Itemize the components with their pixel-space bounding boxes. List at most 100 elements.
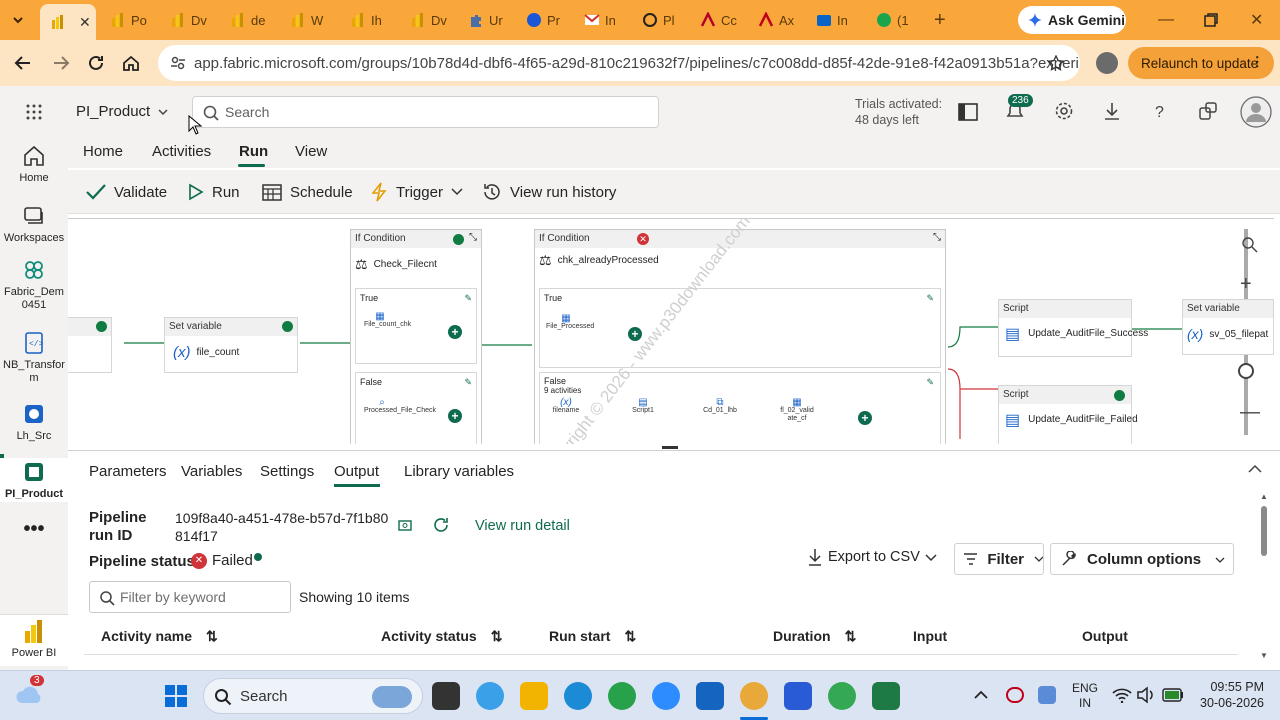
- search-input[interactable]: Search: [192, 96, 659, 128]
- scroll-down-icon[interactable]: ▼: [1260, 651, 1268, 660]
- column-header-output[interactable]: Output: [1082, 628, 1128, 644]
- column-options-button[interactable]: Column options: [1050, 543, 1234, 575]
- expand-icon[interactable]: ⤡: [469, 232, 477, 243]
- sub-activity[interactable]: ⌕ Processed_File_Check: [364, 398, 436, 415]
- rail-more-button[interactable]: •••: [0, 519, 68, 539]
- activity-partial[interactable]: [68, 317, 112, 373]
- workspace-switcher[interactable]: PI_Product: [76, 103, 168, 120]
- taskbar-search[interactable]: Search: [203, 678, 423, 714]
- edit-icon[interactable]: ✎: [926, 377, 934, 388]
- notifications-button[interactable]: 236: [1004, 94, 1033, 122]
- panel-resize-handle[interactable]: [662, 446, 678, 449]
- schedule-button[interactable]: Schedule: [262, 180, 353, 204]
- add-activity-button[interactable]: +: [448, 325, 462, 339]
- expand-icon[interactable]: ⤡: [933, 232, 941, 243]
- view-run-history-button[interactable]: View run history: [482, 180, 616, 204]
- tab-library-variables[interactable]: Library variables: [404, 463, 514, 480]
- tab-active[interactable]: ✕: [40, 4, 96, 40]
- ask-gemini-button[interactable]: Ask Gemini: [1018, 6, 1126, 34]
- rail-item-workspaces[interactable]: Workspaces: [0, 204, 68, 245]
- activity-set-variable[interactable]: Set variable (x) file_count: [164, 317, 298, 373]
- tab-search-button[interactable]: [10, 6, 30, 34]
- excel-icon[interactable]: [872, 682, 900, 710]
- rail-item-lh-src[interactable]: Lh_Src: [0, 402, 68, 443]
- taskview-icon[interactable]: [432, 682, 460, 710]
- sub-activity[interactable]: ▦ File_count_chk: [364, 312, 411, 329]
- edit-icon[interactable]: ✎: [464, 293, 472, 304]
- browser-tab[interactable]: de: [230, 6, 265, 34]
- branch-true[interactable]: True ✎ ▦ File_count_chk +: [355, 288, 477, 364]
- chrome-icon[interactable]: [740, 682, 768, 710]
- pipeline-status[interactable]: ✕ Failed: [191, 552, 262, 569]
- browser-tab[interactable]: In: [816, 6, 848, 34]
- minimize-button[interactable]: —: [1158, 6, 1174, 34]
- tab-output[interactable]: Output: [334, 463, 379, 480]
- view-run-detail-link[interactable]: View run detail: [475, 518, 570, 534]
- sub-activity[interactable]: ▤ Script1: [626, 398, 660, 415]
- browser-tab[interactable]: Pl: [642, 6, 675, 34]
- address-bar[interactable]: app.fabric.microsoft.com/groups/10b78d4d…: [158, 45, 1080, 81]
- column-header-input[interactable]: Input: [913, 628, 947, 644]
- tab-settings[interactable]: Settings: [260, 463, 314, 480]
- collapse-panel-icon[interactable]: [1248, 464, 1262, 474]
- panel-layout-icon[interactable]: [958, 102, 978, 122]
- browser-tab[interactable]: Dv: [410, 6, 447, 34]
- chevron-up-icon[interactable]: [974, 689, 988, 701]
- refresh-icon[interactable]: [432, 516, 450, 534]
- browser-tab[interactable]: Dv: [170, 6, 207, 34]
- profile-avatar[interactable]: [1096, 52, 1118, 74]
- export-csv-button[interactable]: Export to CSV: [808, 548, 920, 566]
- tab-run[interactable]: Run: [239, 143, 268, 160]
- close-tab-icon[interactable]: ✕: [79, 14, 91, 31]
- browser-tab[interactable]: Ih: [350, 6, 382, 34]
- zoom-in-button[interactable]: +: [1240, 273, 1252, 296]
- panel-scrollbar[interactable]: ▲ ▼: [1260, 492, 1268, 660]
- site-info-icon[interactable]: [170, 55, 186, 71]
- browser-tab[interactable]: Ax: [758, 6, 794, 34]
- activity-set-variable-2[interactable]: Set variable (x) sv_05_filepat: [1182, 299, 1274, 355]
- copilot-icon[interactable]: [476, 682, 504, 710]
- download-icon[interactable]: [1102, 101, 1122, 121]
- zoom-slider-thumb[interactable]: [1238, 363, 1254, 379]
- column-header-run-start[interactable]: Run start ⇅: [549, 628, 636, 645]
- tab-activities[interactable]: Activities: [152, 143, 211, 160]
- browser-tab[interactable]: In: [584, 6, 616, 34]
- add-activity-button[interactable]: +: [448, 409, 462, 423]
- zoom-out-button[interactable]: —: [1240, 401, 1260, 424]
- rail-item-power-bi[interactable]: Power BI: [0, 614, 68, 666]
- browser-tab[interactable]: (1: [876, 6, 909, 34]
- activity-if-condition-1[interactable]: If Condition ⤡ ⚖ Check_Filecnt True ✎ ▦ …: [350, 229, 482, 444]
- edit-icon[interactable]: ✎: [926, 293, 934, 304]
- pipeline-canvas[interactable]: Set variable (x) file_count If Condition…: [68, 218, 1274, 444]
- close-window-button[interactable]: ✕: [1250, 6, 1263, 34]
- chevron-down-icon[interactable]: [925, 553, 937, 563]
- restore-button[interactable]: [1204, 6, 1218, 34]
- tab-variables[interactable]: Variables: [181, 463, 242, 480]
- filter-button[interactable]: Filter: [954, 543, 1044, 575]
- clock[interactable]: 09:55 PM 30-06-2026: [1196, 679, 1264, 711]
- scrollbar-thumb[interactable]: [1261, 506, 1267, 556]
- browser-tab[interactable]: Ur: [468, 6, 503, 34]
- file-explorer-icon[interactable]: [520, 682, 548, 710]
- run-button[interactable]: Run: [188, 180, 240, 204]
- account-avatar-icon[interactable]: [1240, 96, 1272, 128]
- activity-script-failed[interactable]: Script ▤ Update_AuditFile_Failed: [998, 385, 1138, 444]
- chrome-profile-icon[interactable]: [608, 682, 636, 710]
- column-header-activity-status[interactable]: Activity status ⇅: [381, 628, 502, 645]
- tab-home[interactable]: Home: [83, 143, 123, 160]
- branch-false[interactable]: False ✎ ⌕ Processed_File_Check +: [355, 372, 477, 444]
- rail-item-fabric-dem[interactable]: Fabric_Dem 0451: [0, 258, 68, 312]
- rail-item-nb-transform[interactable]: </> NB_Transfor m: [0, 331, 68, 385]
- tab-view[interactable]: View: [295, 143, 327, 160]
- app-launcher-icon[interactable]: [26, 104, 42, 120]
- chrome-secondary-icon[interactable]: [828, 682, 856, 710]
- windows-start-icon[interactable]: [164, 684, 188, 708]
- filter-input[interactable]: Filter by keyword: [89, 581, 291, 613]
- scroll-up-icon[interactable]: ▲: [1260, 492, 1268, 501]
- activity-script-success[interactable]: Script ▤ Update_AuditFile_Success: [998, 299, 1148, 357]
- sub-activity[interactable]: ▦ File_Processed: [546, 314, 594, 331]
- column-header-duration[interactable]: Duration ⇅: [773, 628, 856, 645]
- new-tab-button[interactable]: +: [934, 6, 946, 34]
- edit-icon[interactable]: ✎: [464, 377, 472, 388]
- forward-button[interactable]: [52, 54, 70, 72]
